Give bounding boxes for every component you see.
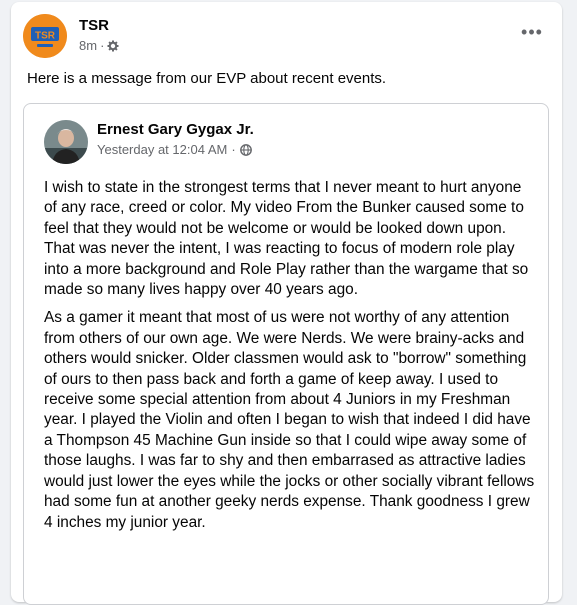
shared-author-name[interactable]: Ernest Gary Gygax Jr. [97, 121, 254, 138]
body-paragraph: I wish to state in the strongest terms t… [44, 179, 529, 299]
gear-icon [107, 40, 119, 51]
body-paragraph: As a gamer it meant that most of us were… [44, 309, 535, 531]
meta-separator: · [100, 38, 105, 53]
globe-icon [239, 143, 252, 156]
shared-post-body: I wish to state in the strongest terms t… [44, 178, 536, 541]
post-header: TSR TSR 8m · ••• [23, 14, 550, 58]
svg-text:TSR: TSR [35, 31, 56, 42]
shared-post-time[interactable]: Yesterday at 12:04 AM [97, 142, 227, 157]
post-card: TSR TSR 8m · ••• Here is a message from … [11, 2, 562, 605]
shared-post-meta: Yesterday at 12:04 AM · [97, 142, 252, 157]
page-avatar[interactable]: TSR [23, 14, 67, 58]
post-meta: 8m · [79, 38, 119, 53]
post-time[interactable]: 8m [79, 38, 97, 53]
post-message: Here is a message from our EVP about rec… [27, 70, 387, 87]
more-options-button[interactable]: ••• [520, 20, 544, 44]
shared-author-avatar[interactable] [44, 120, 88, 164]
profile-photo-icon [44, 120, 88, 164]
more-horizontal-icon: ••• [521, 21, 543, 42]
shared-post[interactable]: Ernest Gary Gygax Jr. Yesterday at 12:04… [23, 103, 549, 605]
meta-separator: · [231, 142, 236, 157]
tsr-logo-icon: TSR [23, 14, 67, 58]
post-author[interactable]: TSR [79, 17, 109, 34]
